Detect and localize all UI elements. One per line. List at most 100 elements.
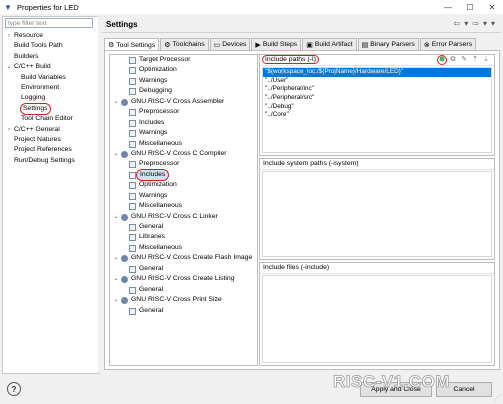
back-menu-icon[interactable]: ▾ bbox=[464, 19, 468, 28]
tab-build-artifact[interactable]: ▣ Build Artifact bbox=[302, 38, 357, 50]
tool-tree-item[interactable]: Target Processor bbox=[110, 55, 257, 65]
filter-input[interactable]: type filter text bbox=[5, 18, 93, 28]
tool-tree-item[interactable]: Includes bbox=[110, 118, 257, 128]
tool-tree-label: Includes bbox=[135, 168, 170, 182]
tool-tree-label: GNU RISC-V Cross Create Listing bbox=[131, 275, 235, 283]
nav-item[interactable]: Run/Debug Settings bbox=[3, 156, 98, 166]
tool-tree-label: Optimization bbox=[139, 66, 177, 74]
page-title: Settings bbox=[106, 20, 138, 29]
option-page-icon bbox=[129, 265, 136, 273]
tool-tree-item[interactable]: Miscellaneous bbox=[110, 201, 257, 211]
tool-gear-icon bbox=[121, 255, 128, 263]
chevron-right-icon[interactable]: › bbox=[6, 125, 12, 135]
nav-item-label: Tool Chain Editor bbox=[21, 115, 73, 123]
include-path-item[interactable]: "../Debug" bbox=[263, 103, 491, 112]
tool-tree-label: Warnings bbox=[139, 129, 168, 137]
nav-item[interactable]: Project References bbox=[3, 145, 98, 155]
tool-tree-item[interactable]: Warnings bbox=[110, 76, 257, 86]
chevron-down-icon[interactable]: ⌄ bbox=[113, 97, 119, 107]
maximize-button[interactable]: ☐ bbox=[459, 0, 481, 14]
move-down-icon[interactable]: ⇣ bbox=[482, 56, 490, 64]
option-page-icon bbox=[129, 234, 136, 242]
copy-icon[interactable]: ⧉ bbox=[449, 56, 457, 64]
chevron-down-icon[interactable]: ⌄ bbox=[113, 212, 119, 222]
tool-tree-item[interactable]: Preprocessor bbox=[110, 107, 257, 117]
move-up-icon[interactable]: ⇡ bbox=[471, 56, 479, 64]
tool-tree-item[interactable]: ⌄ GNU RISC-V Cross Print Size bbox=[110, 295, 257, 305]
option-page-icon bbox=[129, 77, 136, 85]
tool-tree-item[interactable]: Libraries bbox=[110, 232, 257, 242]
tool-tree-item[interactable]: Optimization bbox=[110, 65, 257, 75]
include-path-item[interactable]: "../Core" bbox=[263, 111, 491, 120]
forward-menu-icon[interactable]: ▾ bbox=[483, 19, 487, 28]
nav-item[interactable]: Builders bbox=[3, 52, 98, 62]
tool-tree-item[interactable]: General bbox=[110, 264, 257, 274]
include-files-panel: Include files (-include) bbox=[259, 262, 495, 366]
tool-tree-item[interactable]: ⌄ GNU RISC-V Cross Assembler bbox=[110, 97, 257, 107]
chevron-down-icon[interactable]: ⌄ bbox=[6, 62, 12, 72]
tool-tree-label: GNU RISC-V Cross C Compiler bbox=[131, 149, 227, 157]
tab-binary-parsers[interactable]: ▤ Binary Parsers bbox=[357, 38, 419, 50]
include-system-paths-list[interactable] bbox=[262, 171, 492, 257]
include-path-item[interactable]: "../Peripheral/src" bbox=[263, 94, 491, 103]
add-icon[interactable]: ⊕ bbox=[437, 55, 447, 65]
tool-tree-item[interactable]: General bbox=[110, 306, 257, 316]
tool-tree-label: GNU RISC-V Cross Create Flash Image bbox=[131, 254, 253, 262]
chevron-down-icon[interactable]: ⌄ bbox=[113, 253, 119, 263]
include-files-list[interactable] bbox=[262, 275, 492, 363]
tool-tree-item[interactable]: Miscellaneous bbox=[110, 139, 257, 149]
tool-tree-item[interactable]: Debugging bbox=[110, 86, 257, 96]
edit-icon[interactable]: ✎ bbox=[460, 56, 468, 64]
tool-tree-item[interactable]: General bbox=[110, 285, 257, 295]
nav-item[interactable]: ⌄ C/C++ Build bbox=[3, 62, 98, 72]
chevron-down-icon[interactable]: ⌄ bbox=[113, 295, 119, 305]
tool-tree-item[interactable]: ⌄ GNU RISC-V Cross C Compiler bbox=[110, 149, 257, 159]
include-path-item[interactable]: "../Peripheral/inc" bbox=[263, 85, 491, 94]
tab-build-steps[interactable]: ▶ Build Steps bbox=[251, 38, 302, 50]
tool-tree-item[interactable]: Miscellaneous bbox=[110, 243, 257, 253]
help-button[interactable]: ? bbox=[7, 382, 21, 396]
tab-label: Build Artifact bbox=[314, 41, 353, 48]
tool-tree-item[interactable]: Warnings bbox=[110, 191, 257, 201]
nav-item[interactable]: Build Tools Path bbox=[3, 41, 98, 51]
resize-grip-icon[interactable]: ⋰ bbox=[494, 394, 501, 402]
close-button[interactable]: ✕ bbox=[481, 0, 503, 14]
nav-item[interactable]: Settings bbox=[3, 102, 98, 116]
back-arrow-icon[interactable]: ⇦ bbox=[454, 19, 461, 28]
nav-item[interactable]: Logging bbox=[3, 93, 98, 103]
chevron-down-icon[interactable]: ⌄ bbox=[113, 149, 119, 159]
pane-splitter[interactable] bbox=[98, 16, 101, 372]
include-paths-list[interactable]: "${workspace_loc:/${ProjName}/Hardware/L… bbox=[262, 67, 492, 153]
tool-tree-item[interactable]: ⌄ GNU RISC-V Cross C Linker bbox=[110, 212, 257, 222]
nav-item[interactable]: › C/C++ General bbox=[3, 125, 98, 135]
nav-item[interactable]: Build Variables bbox=[3, 73, 98, 83]
header-divider bbox=[102, 32, 500, 33]
tool-tree-item[interactable]: ⌄ GNU RISC-V Cross Create Listing bbox=[110, 274, 257, 284]
nav-item[interactable]: Environment bbox=[3, 83, 98, 93]
option-page-icon bbox=[129, 161, 136, 169]
chevron-right-icon[interactable]: › bbox=[6, 31, 12, 41]
tool-tree-item[interactable]: Includes bbox=[110, 168, 257, 182]
nav-item[interactable]: › Resource bbox=[3, 31, 98, 41]
tab-error-parsers[interactable]: ⊗ Error Parsers bbox=[419, 38, 477, 50]
option-page-icon bbox=[129, 88, 136, 96]
tool-tree-item[interactable]: Optimization bbox=[110, 180, 257, 190]
tab-devices[interactable]: ▭ Devices bbox=[209, 38, 251, 50]
option-page-icon bbox=[129, 244, 136, 252]
minimize-button[interactable]: — bbox=[437, 0, 459, 14]
tool-tree-item[interactable]: Preprocessor bbox=[110, 159, 257, 169]
forward-arrow-icon[interactable]: ⇨ bbox=[472, 19, 479, 28]
nav-item[interactable]: Tool Chain Editor bbox=[3, 114, 98, 124]
view-menu-icon[interactable]: ▾ bbox=[491, 19, 495, 28]
tool-tree-item[interactable]: General bbox=[110, 222, 257, 232]
chevron-down-icon[interactable]: ⌄ bbox=[113, 274, 119, 284]
tab-toolchains[interactable]: ⚙ Toolchains bbox=[160, 38, 209, 50]
tool-gear-icon bbox=[121, 297, 128, 305]
tool-tree-item[interactable]: ⌄ GNU RISC-V Cross Create Flash Image bbox=[110, 253, 257, 263]
include-path-item[interactable]: "${workspace_loc:/${ProjName}/Hardware/L… bbox=[263, 68, 491, 77]
tool-tree-item[interactable]: Warnings bbox=[110, 128, 257, 138]
window-title: Properties for LED bbox=[17, 2, 79, 12]
option-page-icon bbox=[129, 224, 136, 231]
include-path-item[interactable]: "../User" bbox=[263, 77, 491, 86]
nav-item[interactable]: Project Natures bbox=[3, 135, 98, 145]
